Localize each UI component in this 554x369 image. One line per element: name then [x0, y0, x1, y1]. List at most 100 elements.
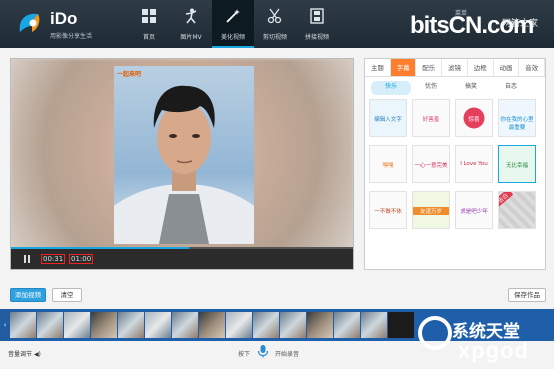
xpgod-en: xpgod — [458, 338, 529, 363]
frame-thumbnail[interactable] — [253, 312, 279, 338]
progress-bar[interactable] — [11, 247, 353, 249]
sticker-item[interactable]: 一不做不休 — [369, 191, 407, 229]
sticker-item[interactable]: 惊喜 — [455, 99, 493, 137]
bitscn-watermark: bitsCN.com 网管之家 — [410, 12, 550, 46]
player-controls: 00:31 01:00 — [11, 247, 353, 269]
save-button[interactable]: 保存作品 — [508, 288, 546, 302]
subtab-happy[interactable]: 快乐 — [371, 81, 411, 95]
main-nav: 首页 图片MV 美化视频 剪切视频 拼接视频 — [128, 0, 338, 48]
progress-fill — [11, 247, 189, 249]
frame-thumbnail[interactable] — [64, 312, 90, 338]
subtitle-categories: 快乐 忧伤 搞笑 自恋 — [365, 81, 545, 95]
effects-tabs: 主题 字幕 配乐 滤镜 边框 动画 音效 — [365, 59, 546, 77]
frame-thumbnail[interactable] — [226, 312, 252, 338]
nav-cut-video-label: 剪切视频 — [262, 34, 287, 41]
frame-thumbnail[interactable] — [118, 312, 144, 338]
microphone-icon[interactable] — [256, 344, 270, 358]
frame-thumbnail[interactable] — [145, 312, 171, 338]
effects-panel: 主题 字幕 配乐 滤镜 边框 动画 音效 快乐 忧伤 搞笑 自恋 编辑入文字 好… — [364, 58, 546, 270]
nav-photo-mv-label: 图片MV — [180, 34, 202, 41]
preview-photo: 一起来吧 — [114, 66, 254, 244]
sticker-item[interactable]: 编辑入文字 — [369, 99, 407, 137]
tab-sound-effect[interactable]: 音效 — [519, 59, 546, 76]
tab-animation[interactable]: 动画 — [494, 59, 520, 76]
bitscn-subtitle: 网管之家 — [502, 18, 539, 28]
nav-join-video[interactable]: 拼接视频 — [296, 0, 338, 48]
tab-border[interactable]: 边框 — [468, 59, 494, 76]
frame-thumbnail[interactable] — [91, 312, 117, 338]
nav-home-label: 首页 — [142, 34, 155, 41]
app-name: iDo — [50, 9, 78, 28]
film-icon — [310, 8, 324, 24]
sticker-text: 一不做不休 — [374, 209, 402, 215]
nav-cut-video[interactable]: 剪切视频 — [254, 0, 296, 48]
clear-button[interactable]: 清空 — [52, 288, 82, 302]
app-slogan: 用影像分享生活 — [50, 33, 93, 40]
volume-control[interactable]: 音量调节 ◀) — [8, 349, 41, 358]
frame-thumbnail[interactable] — [388, 312, 414, 338]
frame-thumbnail[interactable] — [172, 312, 198, 338]
sticker-text: 编辑入文字 — [374, 117, 402, 123]
sticker-item[interactable]: 你在我的心里最重要 — [498, 99, 536, 137]
scissors-icon — [267, 8, 282, 24]
subtab-sad[interactable]: 忧伤 — [411, 81, 451, 95]
nav-join-video-label: 拼接视频 — [304, 34, 329, 41]
sticker-text: 告白 — [499, 192, 514, 208]
sticker-text: 惊喜 — [468, 117, 480, 123]
tab-music[interactable]: 配乐 — [416, 59, 443, 76]
nav-photo-mv[interactable]: 图片MV — [170, 0, 212, 48]
tab-subtitle[interactable]: 字幕 — [390, 59, 417, 76]
sticker-item[interactable]: 一心一意完美 — [412, 145, 450, 183]
title-bar: iDo 用影像分享生活 首页 图片MV 美化视频 剪切视频 拼接视频 菜单 bi… — [0, 0, 554, 48]
speaker-icon: ◀) — [33, 351, 41, 358]
tab-filter[interactable]: 滤镜 — [442, 59, 468, 76]
total-time: 01:00 — [69, 254, 94, 264]
subtab-narcissism[interactable]: 自恋 — [491, 81, 531, 95]
app-logo-icon — [19, 13, 40, 32]
volume-label: 音量调节 — [8, 351, 33, 358]
subtab-funny[interactable]: 搞笑 — [451, 81, 491, 95]
magic-wand-icon — [226, 9, 240, 23]
dancer-icon — [185, 8, 197, 24]
frame-thumbnail[interactable] — [280, 312, 306, 338]
tab-theme[interactable]: 主题 — [365, 59, 391, 76]
sticker-item[interactable]: 嘿嘿 — [369, 145, 407, 183]
frame-thumbnail[interactable] — [307, 312, 333, 338]
record-label: 开始录音 — [275, 351, 300, 358]
nav-beautify-video-label: 美化视频 — [220, 34, 245, 41]
sticker-item[interactable]: 好害羞 — [412, 99, 450, 137]
grid-icon — [142, 9, 156, 23]
sticker-text: 友谊万岁 — [413, 207, 449, 215]
frame-list — [10, 312, 415, 338]
frame-thumbnail[interactable] — [361, 312, 387, 338]
frame-thumbnail[interactable] — [334, 312, 360, 338]
sticker-item[interactable]: I Love You — [455, 145, 493, 183]
sticker-grid: 编辑入文字 好害羞 惊喜 你在我的心里最重要 嘿嘿 一心一意完美 I Love … — [369, 99, 543, 229]
current-time: 00:31 — [41, 254, 66, 264]
sticker-item[interactable]: 友谊万岁 — [412, 191, 450, 229]
pause-button[interactable] — [23, 255, 31, 263]
pause-icon-bar — [28, 255, 30, 263]
portrait-image — [114, 85, 254, 244]
sticker-text: 嘿嘿 — [382, 163, 394, 169]
sticker-text: 无比幸福 — [505, 163, 528, 169]
scroll-left-icon[interactable]: ‹ — [0, 309, 10, 341]
xpgod-watermark: 系统天堂 xpgod — [418, 312, 554, 369]
frame-thumbnail[interactable] — [10, 312, 36, 338]
frame-thumbnail[interactable] — [199, 312, 225, 338]
xpgod-logo-icon — [418, 316, 452, 350]
sticker-text: 一心一意完美 — [414, 163, 448, 169]
sticker-text: 求是吧少年 — [460, 209, 488, 215]
pause-icon — [24, 255, 26, 263]
sticker-text: 好害羞 — [422, 117, 440, 123]
add-video-button[interactable]: 添加视频 — [10, 288, 46, 302]
sticker-item[interactable]: 告白 — [498, 191, 536, 229]
hold-label: 按下 — [238, 351, 251, 358]
sticker-text: 你在我的心里最重要 — [500, 117, 534, 131]
nav-home[interactable]: 首页 — [128, 0, 170, 48]
nav-beautify-video[interactable]: 美化视频 — [212, 0, 254, 48]
sticker-item[interactable]: 求是吧少年 — [455, 191, 493, 229]
frame-thumbnail[interactable] — [37, 312, 63, 338]
sticker-text: I Love You — [460, 161, 488, 167]
sticker-item[interactable]: 无比幸福 — [498, 145, 536, 183]
